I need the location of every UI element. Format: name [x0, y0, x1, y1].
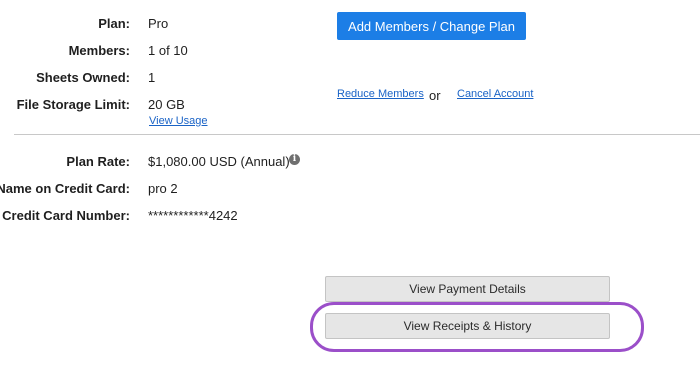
card-number-value: ************4242: [148, 208, 238, 223]
members-label: Members:: [68, 43, 130, 58]
cancel-account-link[interactable]: Cancel Account: [457, 88, 533, 100]
reduce-members-link[interactable]: Reduce Members: [337, 88, 424, 100]
add-members-change-plan-button[interactable]: Add Members / Change Plan: [337, 12, 526, 40]
sheets-owned-label: Sheets Owned:: [36, 70, 130, 85]
plan-rate-label: Plan Rate:: [66, 154, 130, 169]
view-usage-link[interactable]: View Usage: [149, 115, 208, 127]
file-storage-label: File Storage Limit:: [16, 97, 130, 112]
plan-rate-value: $1,080.00 USD (Annual): [148, 154, 290, 169]
info-icon[interactable]: i: [289, 154, 300, 165]
sheets-owned-value: 1: [148, 70, 156, 85]
view-payment-details-button[interactable]: View Payment Details: [325, 276, 610, 302]
section-divider: [14, 134, 700, 135]
card-number-label: Credit Card Number:: [2, 208, 130, 223]
account-billing-panel: Plan: Pro Members: 1 of 10 Sheets Owned:…: [0, 0, 700, 368]
view-receipts-history-button[interactable]: View Receipts & History: [325, 313, 610, 339]
members-value: 1 of 10: [148, 43, 188, 58]
plan-value: Pro: [148, 16, 169, 31]
name-on-card-label: Name on Credit Card:: [0, 181, 130, 196]
name-on-card-value: pro 2: [148, 181, 178, 196]
or-text: or: [429, 88, 441, 103]
file-storage-value: 20 GB: [148, 97, 185, 112]
plan-label: Plan:: [98, 16, 130, 31]
